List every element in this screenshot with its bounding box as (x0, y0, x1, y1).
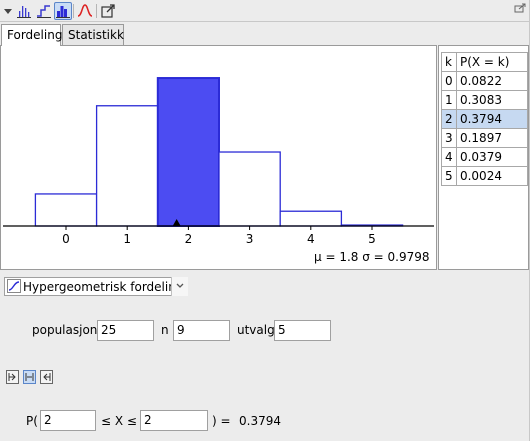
cell-k: 4 (441, 147, 457, 167)
n-label: n (161, 323, 169, 337)
x-tick-label: 4 (307, 232, 315, 246)
bar-graph-icon[interactable] (15, 2, 33, 20)
prob-suffix: ) = (212, 414, 231, 428)
x-tick-label: 5 (368, 232, 376, 246)
toolbar-separator (96, 4, 97, 18)
export-icon[interactable] (99, 2, 117, 20)
normal-curve-icon[interactable] (76, 2, 94, 20)
x-tick-label: 0 (62, 232, 70, 246)
menu-triangle-icon[interactable] (2, 2, 14, 20)
populasjon-value: 25 (101, 323, 117, 337)
prob-prefix: P( (26, 414, 38, 428)
toolbar (0, 0, 530, 22)
left-sided-mode-button[interactable] (6, 370, 19, 384)
utvalg-label: utvalg (237, 323, 275, 337)
lower-bound-value: 2 (44, 413, 52, 427)
cell-p: 0.0379 (455, 147, 529, 167)
table-row[interactable]: 4 0.0379 (441, 147, 529, 167)
distribution-graph-panel[interactable]: 0 1 2 3 4 5 μ = 1.8 σ = 0.9798 (0, 45, 437, 270)
cell-p: 0.3083 (455, 90, 529, 110)
table-header-row: k P(X = k) (441, 52, 529, 72)
table-row-selected[interactable]: 2 0.3794 (441, 109, 529, 129)
stats-text: μ = 1.8 σ = 0.9798 (314, 250, 430, 264)
tab-fordeling[interactable]: Fordeling (1, 24, 63, 46)
right-sided-mode-button[interactable] (40, 370, 53, 384)
n-value: 9 (177, 323, 185, 337)
chevron-down-icon[interactable] (171, 277, 188, 296)
distribution-chart: 0 1 2 3 4 5 (3, 77, 434, 246)
table-row[interactable]: 0 0.0822 (441, 71, 529, 91)
cell-k: 3 (441, 128, 457, 148)
curve-icon (7, 279, 21, 296)
prob-result: 0.3794 (239, 414, 281, 428)
cell-p: 0.0024 (455, 166, 529, 186)
cell-k: 0 (441, 71, 457, 91)
x-tick-label: 1 (123, 232, 131, 246)
interval-mode-button[interactable] (23, 370, 36, 384)
cell-p: 0.0822 (455, 71, 529, 91)
distribution-select[interactable]: Hypergeometrisk fordeling (4, 277, 188, 296)
prob-middle: ≤ X ≤ (101, 414, 137, 428)
overlay-bar-icon[interactable] (54, 2, 72, 20)
bar (156, 77, 221, 228)
populasjon-input[interactable]: 25 (97, 320, 154, 341)
cell-k: 1 (441, 90, 457, 110)
column-header-p: P(X = k) (455, 52, 529, 72)
step-graph-icon[interactable] (35, 2, 53, 20)
populasjon-label: populasjon (32, 323, 98, 337)
utvalg-value: 5 (278, 323, 286, 337)
upper-bound-value: 2 (144, 413, 152, 427)
undock-icon[interactable] (512, 2, 528, 20)
n-input[interactable]: 9 (173, 320, 230, 341)
distribution-select-value: Hypergeometrisk fordeling (23, 280, 184, 294)
cell-k: 5 (441, 166, 457, 186)
toolbar-separator (73, 4, 74, 18)
cell-k: 2 (441, 109, 457, 129)
bar (34, 193, 98, 227)
probability-table-panel: k P(X = k) 0 0.0822 1 0.3083 2 0.3794 3 … (438, 45, 529, 270)
column-header-k: k (441, 52, 457, 72)
x-tick-label: 2 (185, 232, 193, 246)
bar (218, 151, 281, 227)
tab-statistikk[interactable]: Statistikk (62, 24, 124, 45)
bar (95, 105, 159, 227)
tab-label: Fordeling (7, 28, 63, 42)
tab-label: Statistikk (68, 28, 124, 42)
x-tick-label: 3 (246, 232, 254, 246)
table-row[interactable]: 1 0.3083 (441, 90, 529, 110)
probability-table: k P(X = k) 0 0.0822 1 0.3083 2 0.3794 3 … (441, 52, 529, 186)
lower-bound-input[interactable]: 2 (40, 410, 96, 431)
cell-p: 0.1897 (455, 128, 529, 148)
table-row[interactable]: 3 0.1897 (441, 128, 529, 148)
upper-bound-input[interactable]: 2 (140, 410, 208, 431)
bar (279, 210, 343, 227)
cell-p: 0.3794 (455, 109, 529, 129)
table-row[interactable]: 5 0.0024 (441, 166, 529, 186)
utvalg-input[interactable]: 5 (274, 320, 331, 341)
